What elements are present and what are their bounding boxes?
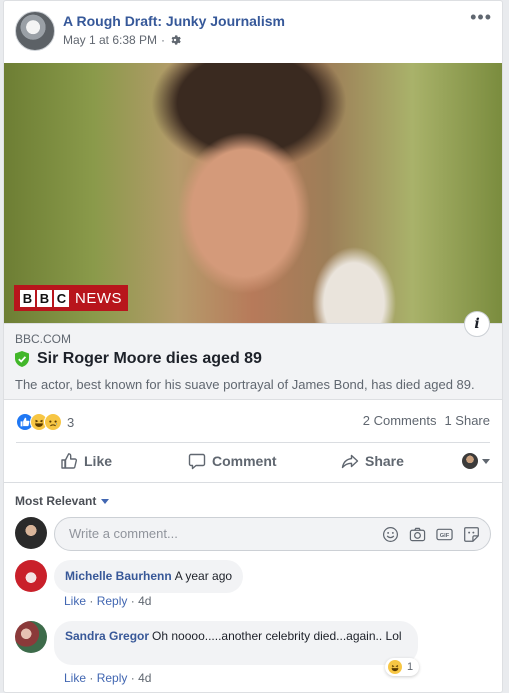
link-description: The actor, best known for his suave port…	[15, 377, 475, 392]
current-user-avatar[interactable]	[15, 517, 47, 549]
reaction-count: 3	[67, 414, 75, 430]
share-icon	[341, 454, 359, 469]
more-options-button[interactable]: •••	[470, 7, 492, 28]
commenter-avatar[interactable]	[15, 621, 47, 653]
comments-count-link[interactable]: 2 Comments	[363, 413, 437, 428]
comment-text: A year ago	[174, 569, 233, 583]
share-label: Share	[365, 453, 404, 469]
comment-like-link[interactable]: Like	[64, 594, 86, 608]
comment-like-link[interactable]: Like	[64, 671, 86, 685]
post-meta: May 1 at 6:38 PM ·	[63, 33, 181, 47]
comment-actions-dot: ·	[130, 671, 135, 685]
bbc-letter: B	[20, 289, 35, 307]
link-info-panel[interactable]: i BBC.COM Sir Roger Moore dies aged 89 T…	[4, 311, 502, 400]
comment-reaction-count: 1	[407, 661, 414, 673]
comment-reaction-badge[interactable]: 1	[385, 658, 420, 676]
post-card: A Rough Draft: Junky Journalism May 1 at…	[3, 0, 503, 693]
comment-actions-dot: ·	[89, 594, 94, 608]
info-icon[interactable]: i	[464, 311, 490, 337]
like-label: Like	[84, 453, 113, 469]
stats-right: 2 Comments 1 Share	[363, 413, 490, 428]
reaction-summary[interactable]: 3	[16, 413, 74, 431]
page-avatar[interactable]	[15, 11, 55, 51]
bbc-news-word: NEWS	[75, 289, 122, 307]
commenter-avatar[interactable]	[15, 560, 47, 592]
divider	[4, 482, 502, 483]
like-button[interactable]: Like	[60, 452, 112, 470]
comment-author[interactable]: Michelle Baurhenn	[65, 569, 172, 583]
comment-actions-dot: ·	[130, 594, 135, 608]
comment-bubble: Michelle Baurhenn A year ago	[54, 560, 244, 593]
meta-separator: ·	[161, 33, 166, 47]
svg-text:GIF: GIF	[440, 533, 450, 539]
composer-icons: GIF	[382, 526, 480, 543]
emoji-icon[interactable]	[382, 526, 399, 543]
bbc-letter: B	[37, 289, 52, 307]
comment-actions: Like · Reply · 4d	[64, 594, 151, 608]
comment-button[interactable]: Comment	[188, 452, 277, 470]
shield-check-icon	[15, 351, 29, 367]
comment-label: Comment	[212, 453, 277, 469]
comment-author[interactable]: Sandra Gregor	[65, 629, 149, 643]
comment-time[interactable]: 4d	[138, 671, 151, 685]
comment-icon	[188, 453, 206, 470]
comment-reply-link[interactable]: Reply	[97, 594, 128, 608]
gear-icon[interactable]	[169, 34, 181, 46]
comment-input[interactable]	[67, 525, 361, 542]
camera-icon[interactable]	[409, 526, 426, 543]
gif-icon[interactable]: GIF	[436, 526, 453, 543]
sad-icon	[44, 413, 62, 431]
sticker-icon[interactable]	[463, 526, 480, 543]
comment-bubble: Sandra Gregor Oh noooo.....another celebr…	[54, 621, 418, 665]
chevron-down-icon	[482, 458, 490, 464]
viewer-avatar	[462, 453, 478, 469]
comment-actions-dot: ·	[89, 671, 94, 685]
page-name-link[interactable]: A Rough Draft: Junky Journalism	[63, 13, 285, 29]
link-domain: BBC.COM	[15, 332, 72, 346]
chevron-down-icon	[101, 498, 110, 504]
bbc-news-logo: B B C NEWS	[14, 285, 128, 311]
post-stats: 3 2 Comments 1 Share	[4, 400, 502, 442]
post-as-selector[interactable]	[462, 453, 490, 469]
post-timestamp[interactable]: May 1 at 6:38 PM	[63, 33, 157, 47]
haha-icon	[388, 660, 402, 674]
link-preview-image[interactable]: B B C NEWS	[4, 63, 502, 323]
comment-sort-dropdown[interactable]: Most Relevant	[15, 494, 110, 508]
post-header: A Rough Draft: Junky Journalism May 1 at…	[4, 1, 502, 63]
bbc-blocks: B B C	[20, 289, 69, 307]
comment-composer[interactable]: GIF	[54, 517, 491, 551]
post-actions: Like Comment Share	[4, 443, 502, 481]
thumbs-up-icon	[61, 453, 78, 469]
comment-time[interactable]: 4d	[138, 594, 151, 608]
comment-sort-label: Most Relevant	[15, 494, 97, 508]
share-button[interactable]: Share	[341, 452, 404, 470]
link-headline[interactable]: Sir Roger Moore dies aged 89	[15, 350, 262, 368]
bbc-letter: C	[54, 289, 69, 307]
comment-actions: Like · Reply · 4d	[64, 671, 151, 685]
comment-text: Oh noooo.....another celebrity died...ag…	[152, 629, 402, 643]
link-title: Sir Roger Moore dies aged 89	[37, 350, 262, 367]
shares-count-link[interactable]: 1 Share	[444, 413, 490, 428]
comment-reply-link[interactable]: Reply	[97, 671, 128, 685]
